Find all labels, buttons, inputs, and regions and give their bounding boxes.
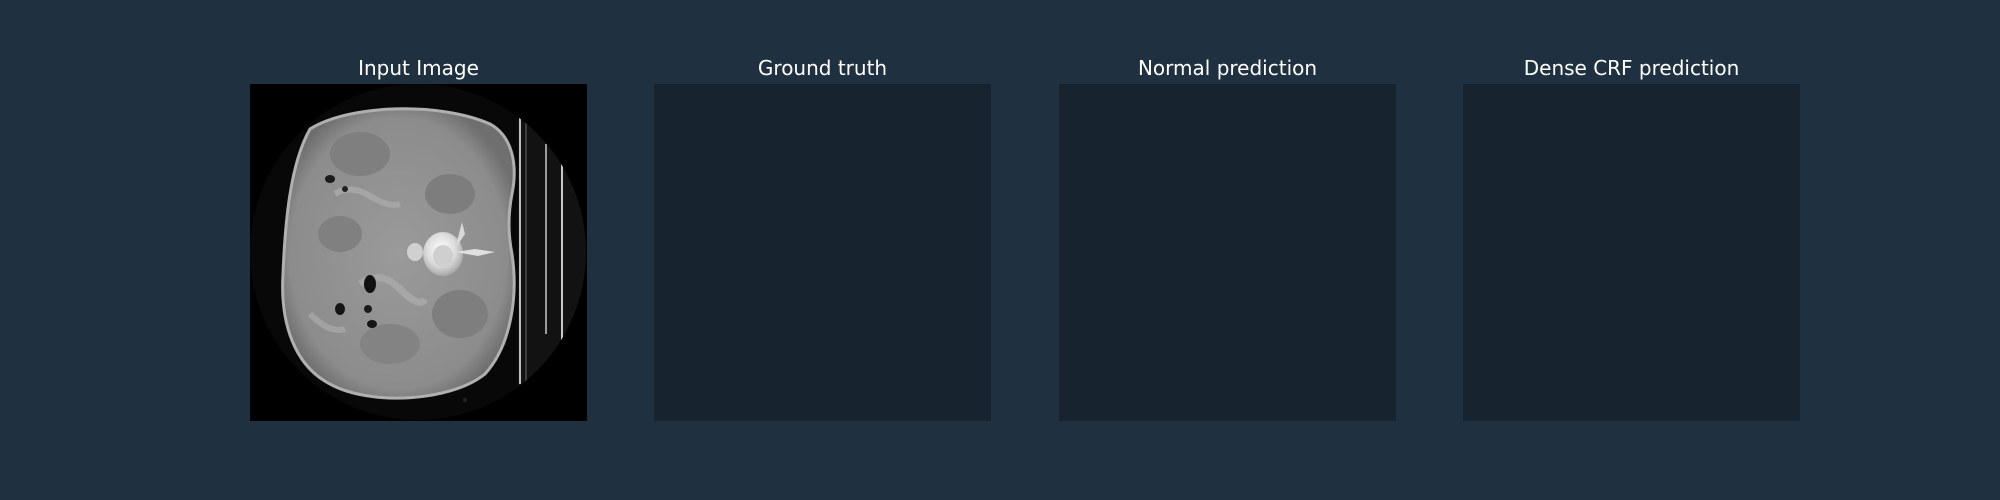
panel-title-input-image: Input Image <box>358 56 479 80</box>
panel-title-ground-truth: Ground truth <box>757 56 888 80</box>
figure: Input Image Ground truth Normal predicti… <box>0 0 2000 500</box>
panel-dense-crf-prediction: Dense CRF prediction <box>1463 56 1800 421</box>
ct-scan-image <box>250 84 587 421</box>
panel-ground-truth: Ground truth <box>654 56 991 421</box>
dense-crf-prediction-image <box>1463 84 1800 421</box>
panel-title-dense-crf-prediction: Dense CRF prediction <box>1523 56 1740 80</box>
normal-prediction-image <box>1059 84 1396 421</box>
panel-input-image: Input Image <box>250 56 587 421</box>
panel-normal-prediction: Normal prediction <box>1059 56 1396 421</box>
panel-title-normal-prediction: Normal prediction <box>1137 56 1318 80</box>
ground-truth-image <box>654 84 991 421</box>
